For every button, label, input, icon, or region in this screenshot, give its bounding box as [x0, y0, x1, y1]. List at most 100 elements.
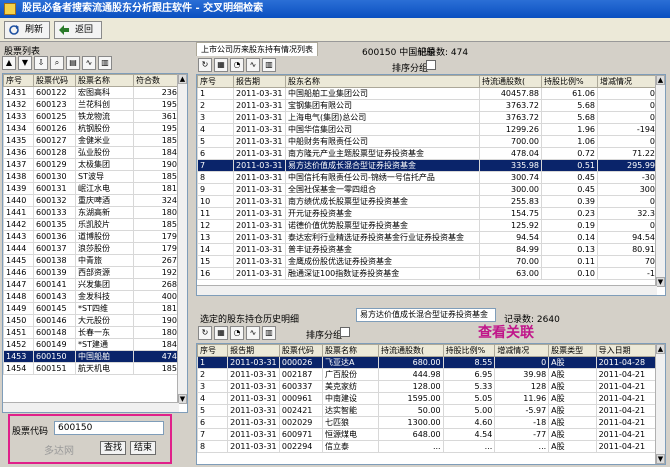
- table-row[interactable]: 1454 600151 航天机电 185: [3, 362, 180, 375]
- table-row[interactable]: 5 2011-03-31 002421 达实智能 50.00 5.00 -5.97 A股 201…: [197, 404, 658, 417]
- table-row[interactable]: 5 2011-03-31 中船财务有限责任公司 700.00 1.06 0: [197, 135, 658, 148]
- table-row[interactable]: 11 2011-03-31 开元证券投资基金 154.75 0.23 32.3: [197, 207, 658, 220]
- table-row[interactable]: 2 2011-03-31 002187 广百股份 444.98 6.95 39.98 A股 20…: [197, 368, 658, 381]
- table-row[interactable]: 1448 600143 金发科技 400: [3, 290, 180, 303]
- table-row[interactable]: 9 2011-03-31 全国社保基金一零四组合 300.00 0.45 300: [197, 183, 658, 196]
- col-header[interactable]: 股票类型: [548, 344, 597, 357]
- table-row[interactable]: 1431 600122 宏图高科 236: [3, 86, 180, 99]
- bottom-sort-checkbox[interactable]: [340, 327, 350, 337]
- table-row[interactable]: 4 2011-03-31 中国华信集团公司 1299.26 1.96 -194: [197, 123, 658, 136]
- table-row[interactable]: 1451 600148 长春一东 180: [3, 326, 180, 339]
- col-header[interactable]: 报告期: [233, 75, 286, 88]
- table-row[interactable]: 1446 600139 西部资源 192: [3, 266, 180, 279]
- table-row[interactable]: 1449 600145 *ST四维 181: [3, 302, 180, 315]
- scroll-down-icon[interactable]: ▼: [656, 277, 665, 287]
- bar-chart-icon[interactable]: ▥: [98, 56, 112, 70]
- stock-code-input[interactable]: 600150: [54, 421, 164, 435]
- table-row[interactable]: 1444 600137 浪莎股份 179: [3, 242, 180, 255]
- table-row[interactable]: 1441 600133 东湖高新 180: [3, 206, 180, 219]
- table-row[interactable]: 1442 600135 乐凯胶片 185: [3, 218, 180, 231]
- table-row[interactable]: 1433 600125 铁龙物流 361: [3, 110, 180, 123]
- line-chart-icon[interactable]: ∿: [82, 56, 96, 70]
- refresh-button[interactable]: 刷新: [4, 21, 50, 39]
- table-row[interactable]: 6 2011-03-31 南方隆元产业主题股票型证券投资基金 478.04 0.72 71…: [197, 147, 658, 160]
- line-chart-icon[interactable]: ∿: [246, 58, 260, 72]
- table-row[interactable]: 1439 600131 岷江水电 181: [3, 182, 180, 195]
- grid-icon[interactable]: ▦: [214, 58, 228, 72]
- col-header[interactable]: 持流通股数(: [377, 344, 444, 357]
- export-icon[interactable]: ⇩: [34, 56, 48, 70]
- table-row[interactable]: 1 2011-03-31 000026 飞亚达A 680.00 8.55 0 A股 2011-0…: [197, 356, 658, 369]
- table-row[interactable]: 12 2011-03-31 诺德价值优势股票型证券投资基金 125.92 0.19 0: [197, 219, 658, 232]
- table-row[interactable]: 14 2011-03-31 普丰证券投资基金 84.99 0.13 80.91: [197, 243, 658, 256]
- grid-icon[interactable]: ▦: [214, 326, 228, 340]
- table-row[interactable]: 1438 600130 ST波导 185: [3, 170, 180, 183]
- table-row[interactable]: 1 2011-03-31 中国船舶工业集团公司 40457.88 61.06 0: [197, 87, 658, 100]
- table-row[interactable]: 6 2011-03-31 002029 七匹狼 1300.00 4.60 -18 A股 2011…: [197, 416, 658, 429]
- back-button[interactable]: 返回: [54, 21, 102, 39]
- tab-shareholder-list[interactable]: 上市公司历来股东持有情况列表: [196, 42, 318, 56]
- chart-icon[interactable]: ▤: [66, 56, 80, 70]
- left-vscroll[interactable]: ▲ ▼: [177, 74, 187, 404]
- bar-chart-icon[interactable]: ▥: [262, 326, 276, 340]
- col-header[interactable]: 序号: [197, 75, 234, 88]
- table-row[interactable]: 1443 600136 道博股份 179: [3, 230, 180, 243]
- table-row[interactable]: 1453 600150 中国船舶 474: [3, 350, 180, 363]
- table-row[interactable]: 7 2011-03-31 易方达价值成长混合型证券投资基金 335.98 0.51 295…: [197, 159, 658, 172]
- table-row[interactable]: 4 2011-03-31 000961 中南建设 1595.00 5.05 11.96 A股 2…: [197, 392, 658, 405]
- col-header[interactable]: 序号: [197, 344, 229, 357]
- table-row[interactable]: 15 2011-03-31 金鹰成份股优选证券投资基金 70.00 0.11 70: [197, 255, 658, 268]
- table-row[interactable]: 3 2011-03-31 上海电气(集团)总公司 3763.72 5.68 0: [197, 111, 658, 124]
- scroll-up-icon[interactable]: ▲: [656, 75, 665, 85]
- table-row[interactable]: 1436 600128 弘业股份 184: [3, 146, 180, 159]
- close-button[interactable]: 结束: [130, 441, 156, 455]
- table-row[interactable]: 16 2011-03-31 融通深证100指数证券投资基金 63.00 0.10 -1: [197, 267, 658, 280]
- top-vscroll[interactable]: ▲ ▼: [655, 75, 665, 287]
- scroll-up-icon[interactable]: ▲: [178, 74, 187, 84]
- col-header[interactable]: 股票代码: [33, 74, 76, 87]
- col-header[interactable]: 持股比例%: [541, 75, 598, 88]
- line-chart-icon[interactable]: ∿: [246, 326, 260, 340]
- sort-group-checkbox[interactable]: [426, 60, 436, 70]
- table-row[interactable]: 1432 600123 兰花科创 195: [3, 98, 180, 111]
- table-row[interactable]: 1445 600138 中青旅 267: [3, 254, 180, 267]
- table-row[interactable]: 2 2011-03-31 宝钢集团有限公司 3763.72 5.68 0: [197, 99, 658, 112]
- table-row[interactable]: 8 2011-03-31 002294 信立泰......... A股 2011-04-2…: [197, 440, 658, 453]
- col-header[interactable]: 增减情况: [597, 75, 658, 88]
- table-row[interactable]: 1447 600141 兴发集团 268: [3, 278, 180, 291]
- table-row[interactable]: 1452 600149 *ST建通 184: [3, 338, 180, 351]
- col-header[interactable]: 持股比例%: [442, 344, 496, 357]
- col-header[interactable]: 导入日期: [595, 344, 658, 357]
- col-header[interactable]: 符合数: [133, 74, 180, 87]
- scroll-down-icon[interactable]: ▼: [178, 394, 187, 404]
- find-button[interactable]: 查找: [100, 441, 126, 455]
- col-header[interactable]: 报告期: [227, 344, 280, 357]
- table-row[interactable]: 13 2011-03-31 泰达宏利行业精选证券投资基金行业证券投资基金 94.54 0…: [197, 231, 658, 244]
- bar-chart-icon[interactable]: ▥: [262, 58, 276, 72]
- col-header[interactable]: 股票名称: [321, 344, 379, 357]
- col-header[interactable]: 序号: [3, 74, 34, 87]
- top-hscroll[interactable]: [197, 285, 657, 295]
- table-row[interactable]: 1437 600129 太极集团 190: [3, 158, 180, 171]
- scroll-down-icon[interactable]: ▼: [656, 454, 665, 464]
- bottom-vscroll[interactable]: ▲ ▼: [655, 344, 665, 464]
- col-header[interactable]: 持流通股数(: [479, 75, 542, 88]
- pie-chart-icon[interactable]: ◔: [230, 326, 244, 340]
- table-row[interactable]: 1440 600132 重庆啤酒 324: [3, 194, 180, 207]
- table-row[interactable]: 10 2011-03-31 南方绩优成长股票型证券投资基金 255.83 0.39 0: [197, 195, 658, 208]
- table-row[interactable]: 7 2011-03-31 600971 恒源煤电 648.00 4.54 -77 A股 2011…: [197, 428, 658, 441]
- table-row[interactable]: 1434 600126 杭钢股份 195: [3, 122, 180, 135]
- col-header[interactable]: 股票代码: [278, 344, 323, 357]
- col-header[interactable]: 增减情况: [494, 344, 550, 357]
- pie-chart-icon[interactable]: ◔: [230, 58, 244, 72]
- scroll-up-icon[interactable]: ▲: [656, 344, 665, 354]
- table-row[interactable]: 1450 600146 大元股份 190: [3, 314, 180, 327]
- left-hscroll[interactable]: [3, 402, 179, 412]
- table-row[interactable]: 3 2011-03-31 600337 美克家纺 128.00 5.33 128 A股 2011…: [197, 380, 658, 393]
- refresh-icon[interactable]: ↻: [198, 58, 212, 72]
- down-icon[interactable]: ▼: [18, 56, 32, 70]
- col-header[interactable]: 股东名称: [285, 75, 480, 88]
- up-icon[interactable]: ▲: [2, 56, 16, 70]
- table-row[interactable]: 1435 600127 金健米业 185: [3, 134, 180, 147]
- col-header[interactable]: 股票名称: [75, 74, 134, 87]
